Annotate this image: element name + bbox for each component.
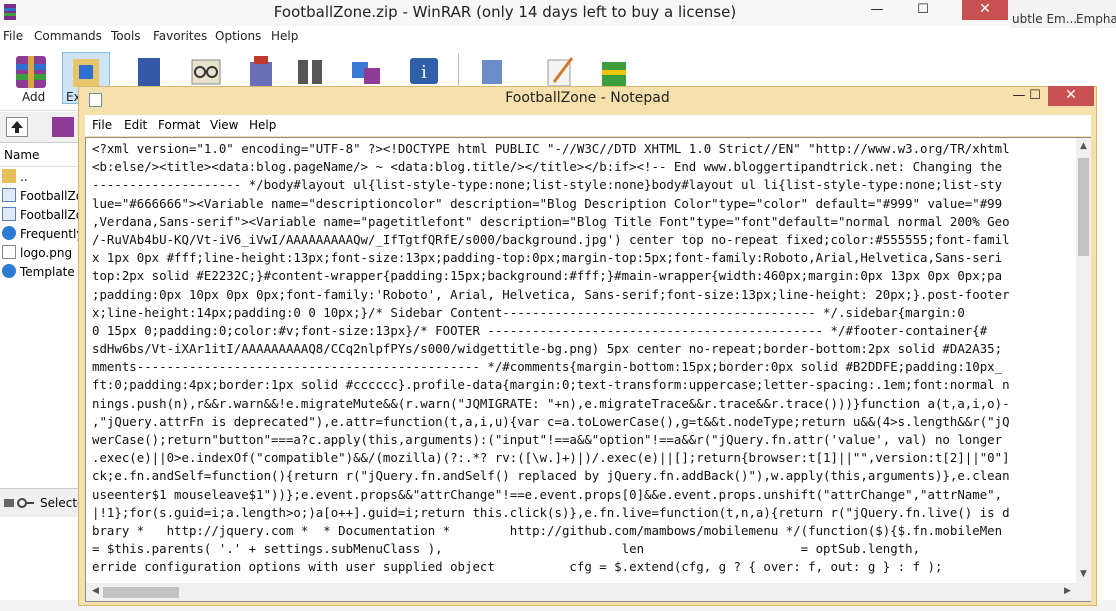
text-line: useenter$1 mouseleave$1"))};e.event.prop…: [92, 486, 1003, 502]
winrar-status-bar: Selecte: [0, 488, 84, 517]
toolbar-separator: [458, 54, 459, 90]
list-item-label: ..: [20, 170, 28, 184]
text-line: = $this.parents( '.' + settings.subMenuC…: [92, 541, 921, 557]
text-line: 0 15px 0;padding:0;color:#v;font-size:13…: [92, 322, 988, 338]
winrar-menu-options[interactable]: Options: [215, 29, 261, 43]
column-header-name[interactable]: Name: [0, 144, 78, 167]
notepad-title: FootballZone - Notepad: [505, 90, 670, 106]
text-line: x;line-height:14px;padding:0 0 10px;}/* …: [92, 304, 965, 320]
text-line: erride configuration options with user s…: [92, 559, 943, 575]
scroll-left-arrow-icon[interactable]: ◀: [88, 586, 103, 596]
text-line: ;padding:0px 10px 0px 0px;font-family:'R…: [92, 286, 1010, 302]
list-item[interactable]: Template s: [2, 264, 78, 283]
winrar-menubar: [0, 27, 1010, 47]
text-line: top:2px solid #E2232C;}#content-wrapper{…: [92, 268, 1003, 284]
list-item[interactable]: FootballZo: [2, 188, 78, 207]
text-line: brary * http://jquery.com * * Documentat…: [92, 522, 1003, 538]
file-icon: [2, 188, 16, 202]
list-item[interactable]: FootballZo: [2, 207, 78, 226]
text-line: sdHw6bs/Vt-iXAr1itI/AAAAAAAAAQ8/CCq2nlpf…: [92, 341, 1003, 357]
text-line: /-RuVAb4bU-KQ/Vt-iV6_iVwI/AAAAAAAAAQw/_I…: [92, 231, 1010, 247]
text-line: ft:0;padding:4px;border:1px solid #ccccc…: [92, 377, 1010, 393]
text-line: lue="#666666"><Variable name="descriptio…: [92, 195, 1003, 211]
list-item[interactable]: logo.png: [2, 245, 78, 264]
list-item-label: Frequently: [20, 227, 78, 241]
folder-icon: [2, 169, 16, 183]
text-line: x 1px 0px #fff;line-height:13px;font-siz…: [92, 250, 1003, 266]
winrar-maximize-button[interactable]: ☐: [906, 0, 940, 22]
list-item-label: FootballZo: [20, 208, 78, 222]
list-item-label: FootballZo: [20, 189, 78, 203]
scrollbar-corner: [1076, 583, 1091, 601]
winrar-title: FootballZone.zip - WinRAR (only 14 days …: [273, 3, 737, 21]
notepad-menu-view[interactable]: View: [210, 118, 238, 132]
add-button-label: Add: [22, 90, 46, 104]
scroll-up-arrow-icon[interactable]: ▲: [1076, 141, 1091, 151]
text-line: .exec(e)||0>e.indexOf("compatible")&&/(m…: [92, 450, 1010, 466]
winrar-menu-tools[interactable]: Tools: [111, 29, 141, 43]
winrar-minimize-button[interactable]: —: [860, 0, 894, 22]
text-line: werCase();return"button"===a?c.apply(thi…: [92, 432, 1003, 447]
list-item-label: Template s: [20, 265, 78, 279]
text-line: nings.push(n),r&&r.warn&&!e.migrateMute&…: [92, 395, 1010, 411]
notepad-menu-edit[interactable]: Edit: [124, 118, 147, 132]
up-folder-button[interactable]: [6, 117, 28, 137]
key-icon: [4, 498, 34, 508]
winrar-close-button[interactable]: ✕: [962, 0, 1008, 20]
scroll-right-arrow-icon[interactable]: ▶: [1060, 586, 1075, 596]
column-header-label: Name: [4, 148, 40, 162]
winrar-menu-commands[interactable]: Commands: [34, 29, 102, 43]
notepad-maximize-button[interactable]: ☐: [1020, 86, 1050, 106]
svg-text:i: i: [421, 62, 427, 83]
vertical-scroll-thumb[interactable]: [1078, 158, 1089, 256]
horizontal-scroll-thumb[interactable]: [103, 587, 179, 598]
winrar-menu-help[interactable]: Help: [271, 29, 298, 43]
add-archive-icon: [16, 56, 46, 88]
horizontal-scrollbar[interactable]: [86, 583, 1076, 601]
notepad-menu-help[interactable]: Help: [249, 118, 276, 132]
list-item-label: logo.png: [20, 246, 73, 260]
text-line: |!1};for(s.guid=i;a.length>o;)a[o++].gui…: [92, 504, 1010, 520]
text-line: <?xml version="1.0" encoding="UTF-8" ?><…: [92, 141, 1010, 156]
winrar-menu-file[interactable]: File: [3, 29, 23, 43]
file-icon: [2, 207, 16, 221]
archive-path-icon: [52, 117, 74, 137]
list-item[interactable]: ..: [2, 169, 78, 188]
globe-icon: [2, 226, 16, 240]
up-arrow-icon: [11, 121, 23, 133]
winrar-menu-favorites[interactable]: Favorites: [153, 29, 207, 43]
notepad-close-button[interactable]: ✕: [1048, 86, 1094, 106]
image-icon: [2, 245, 16, 259]
scroll-down-arrow-icon[interactable]: ▼: [1076, 569, 1091, 579]
notepad-text-content[interactable]: <?xml version="1.0" encoding="UTF-8" ?><…: [92, 140, 1072, 576]
text-line: <b:else/><title><data:blog.pageName/> ~ …: [92, 159, 1003, 175]
list-item[interactable]: Frequently: [2, 226, 78, 245]
style-emphasis[interactable]: Empha: [1076, 12, 1116, 26]
globe-icon: [2, 264, 16, 278]
notepad-menu-file[interactable]: File: [92, 118, 112, 132]
text-line: ck;e.fn.andSelf=function(){return r("jQu…: [92, 468, 1010, 484]
notepad-menu-format[interactable]: Format: [158, 118, 200, 132]
text-line: mments----------------------------------…: [92, 359, 1003, 375]
text-line: -------------------- */body#layout ul{li…: [92, 177, 1003, 193]
text-line: ,Verdana,Sans-serif"><Variable name="pag…: [92, 213, 1010, 229]
style-subtle-emphasis[interactable]: ubtle Em...: [1012, 12, 1077, 26]
text-line: ,"jQuery.attrFn is deprecated"),e.attr=f…: [92, 413, 1010, 429]
